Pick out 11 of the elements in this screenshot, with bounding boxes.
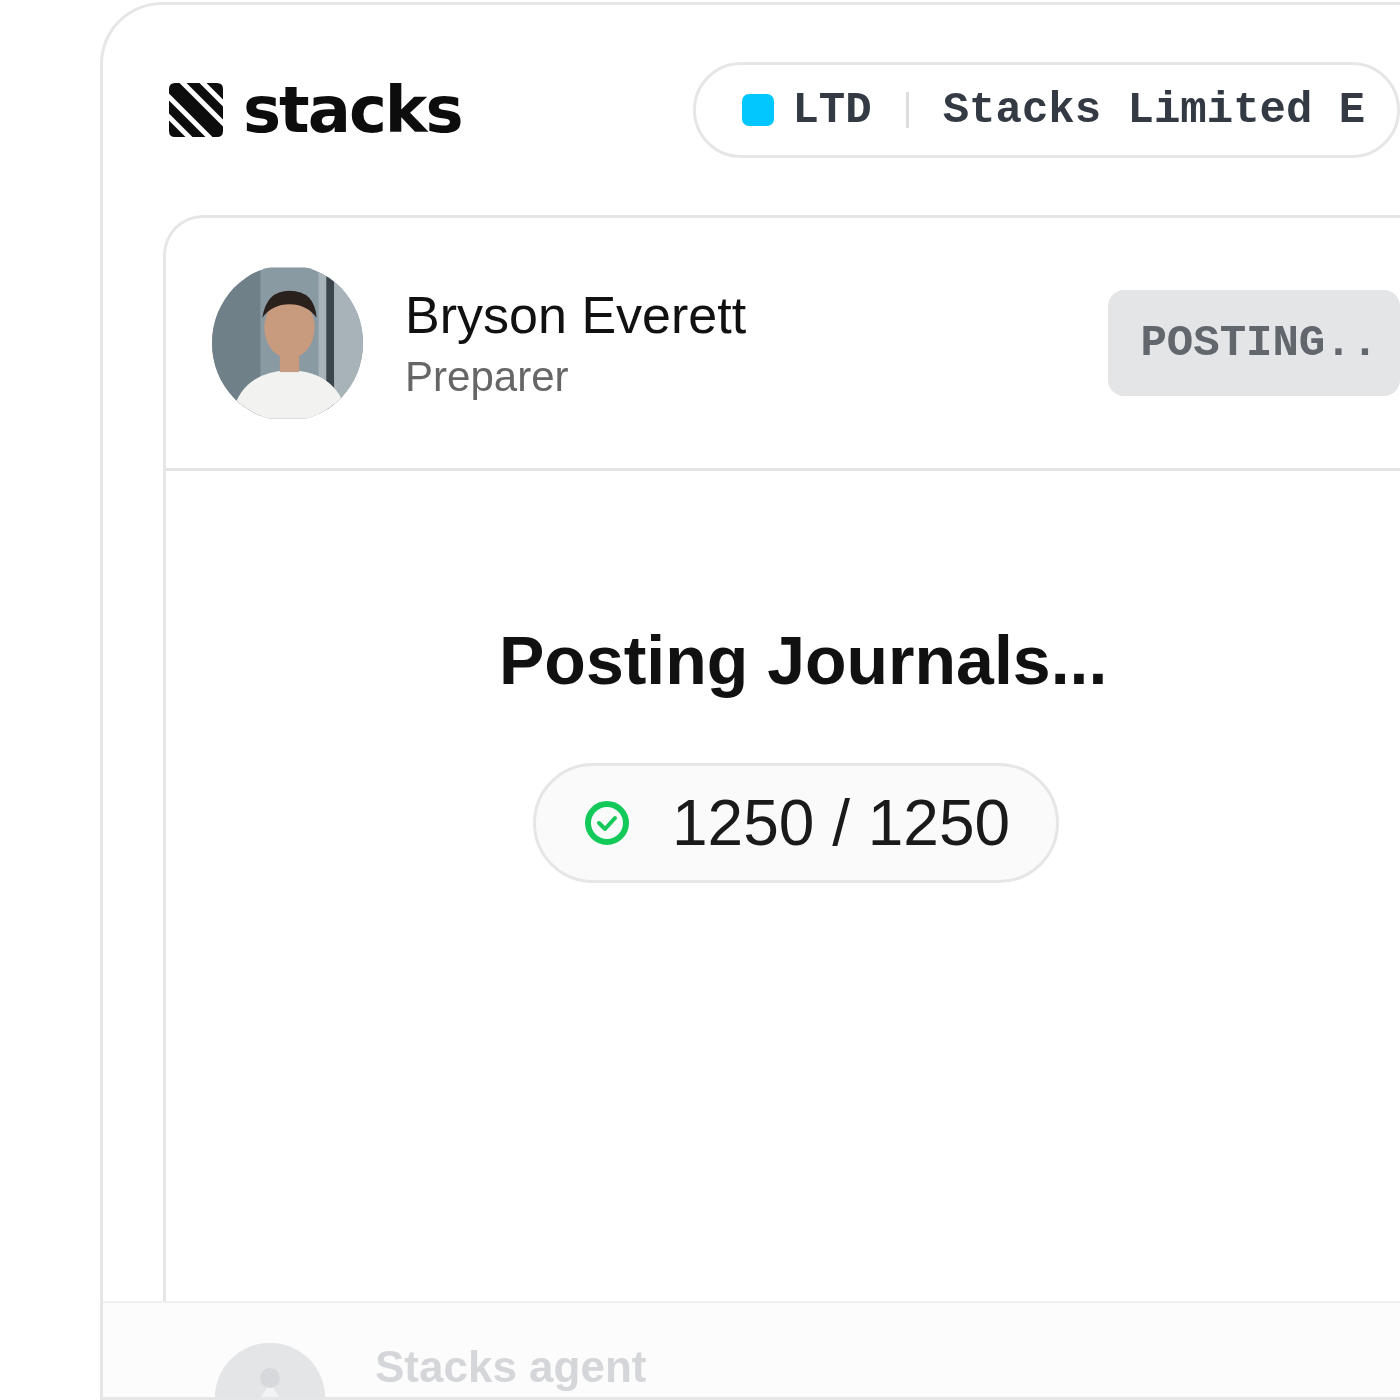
counter-text: 1250 / 1250 [672, 786, 1011, 860]
entity-name: Stacks Limited E [942, 85, 1366, 135]
status-badge: POSTING.. [1108, 290, 1400, 396]
logo-text: stacks [243, 73, 462, 147]
entity-selector[interactable]: LTD Stacks Limited E [693, 62, 1400, 158]
user-name: Bryson Everett [405, 285, 748, 345]
user-role: Preparer [405, 353, 570, 401]
entity-code: LTD [792, 85, 872, 135]
progress-title: Posting Journals... [499, 621, 1108, 699]
entity-icon [742, 94, 775, 126]
logo-icon [167, 81, 225, 139]
